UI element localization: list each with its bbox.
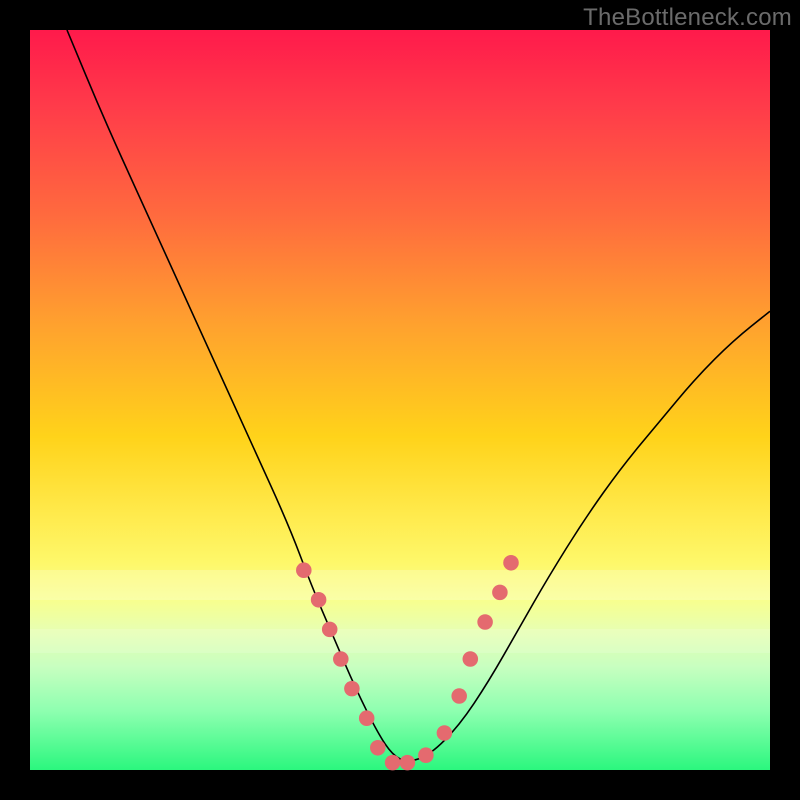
chart-area <box>30 30 770 770</box>
bottleneck-curve-svg <box>30 30 770 770</box>
highlight-point <box>344 681 360 697</box>
highlight-point <box>296 562 312 578</box>
watermark-text: TheBottleneck.com <box>583 4 792 32</box>
highlight-point <box>463 651 479 667</box>
highlight-point <box>451 688 467 704</box>
highlight-point <box>492 585 508 601</box>
highlight-point <box>400 755 416 771</box>
highlight-points <box>296 555 519 770</box>
bottleneck-curve <box>67 30 770 761</box>
highlight-point <box>370 740 386 756</box>
highlight-point <box>503 555 519 571</box>
highlight-point <box>322 622 338 638</box>
highlight-point <box>385 755 401 771</box>
highlight-point <box>418 747 434 763</box>
highlight-point <box>359 710 375 726</box>
highlight-point <box>437 725 453 741</box>
highlight-point <box>333 651 349 667</box>
highlight-point <box>311 592 327 608</box>
highlight-point <box>477 614 493 630</box>
